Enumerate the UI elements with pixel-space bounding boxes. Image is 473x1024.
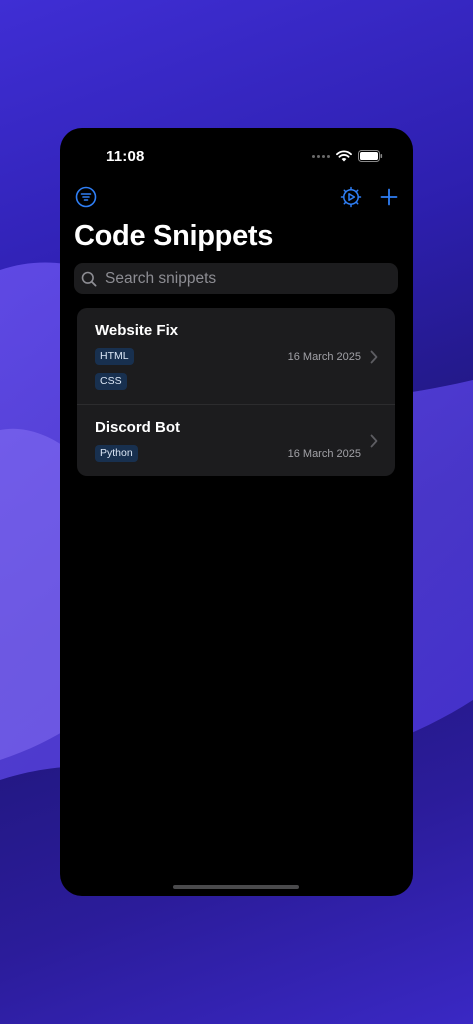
settings-icon — [340, 186, 362, 208]
search-input[interactable] — [103, 268, 398, 289]
search-bar[interactable] — [74, 263, 398, 294]
settings-button[interactable] — [339, 185, 363, 209]
tag-badge: HTML — [95, 348, 134, 365]
status-bar: 11:08 — [60, 128, 413, 184]
status-time: 11:08 — [106, 148, 145, 165]
add-button[interactable] — [377, 185, 401, 209]
battery-icon — [358, 150, 383, 162]
snippet-date: 16 March 2025 — [287, 448, 361, 460]
snippet-title: Discord Bot — [95, 419, 181, 436]
cellular-signal-icon — [312, 154, 330, 158]
search-icon — [81, 271, 97, 287]
filter-button[interactable] — [74, 185, 98, 209]
tag-badge: CSS — [95, 373, 127, 390]
filter-icon — [75, 186, 97, 208]
tag-badge: Python — [95, 445, 138, 462]
snippet-list: Website Fix HTML CSS 16 March 2025 Disco… — [77, 308, 395, 476]
status-indicators — [312, 150, 383, 162]
snippet-row-website-fix[interactable]: Website Fix HTML CSS 16 March 2025 — [77, 308, 395, 404]
wifi-icon — [336, 150, 352, 162]
home-indicator[interactable] — [173, 885, 299, 889]
chevron-right-icon — [370, 350, 378, 364]
phone-screen: 11:08 Code Snippets Search snippets Webs… — [60, 128, 413, 896]
snippet-row-discord-bot[interactable]: Discord Bot Python 16 March 2025 — [77, 404, 395, 476]
page-title: Code Snippets — [74, 220, 274, 252]
chevron-right-icon — [370, 434, 378, 448]
snippet-title: Website Fix — [95, 322, 179, 339]
snippet-date: 16 March 2025 — [287, 351, 361, 363]
add-icon — [380, 188, 398, 206]
